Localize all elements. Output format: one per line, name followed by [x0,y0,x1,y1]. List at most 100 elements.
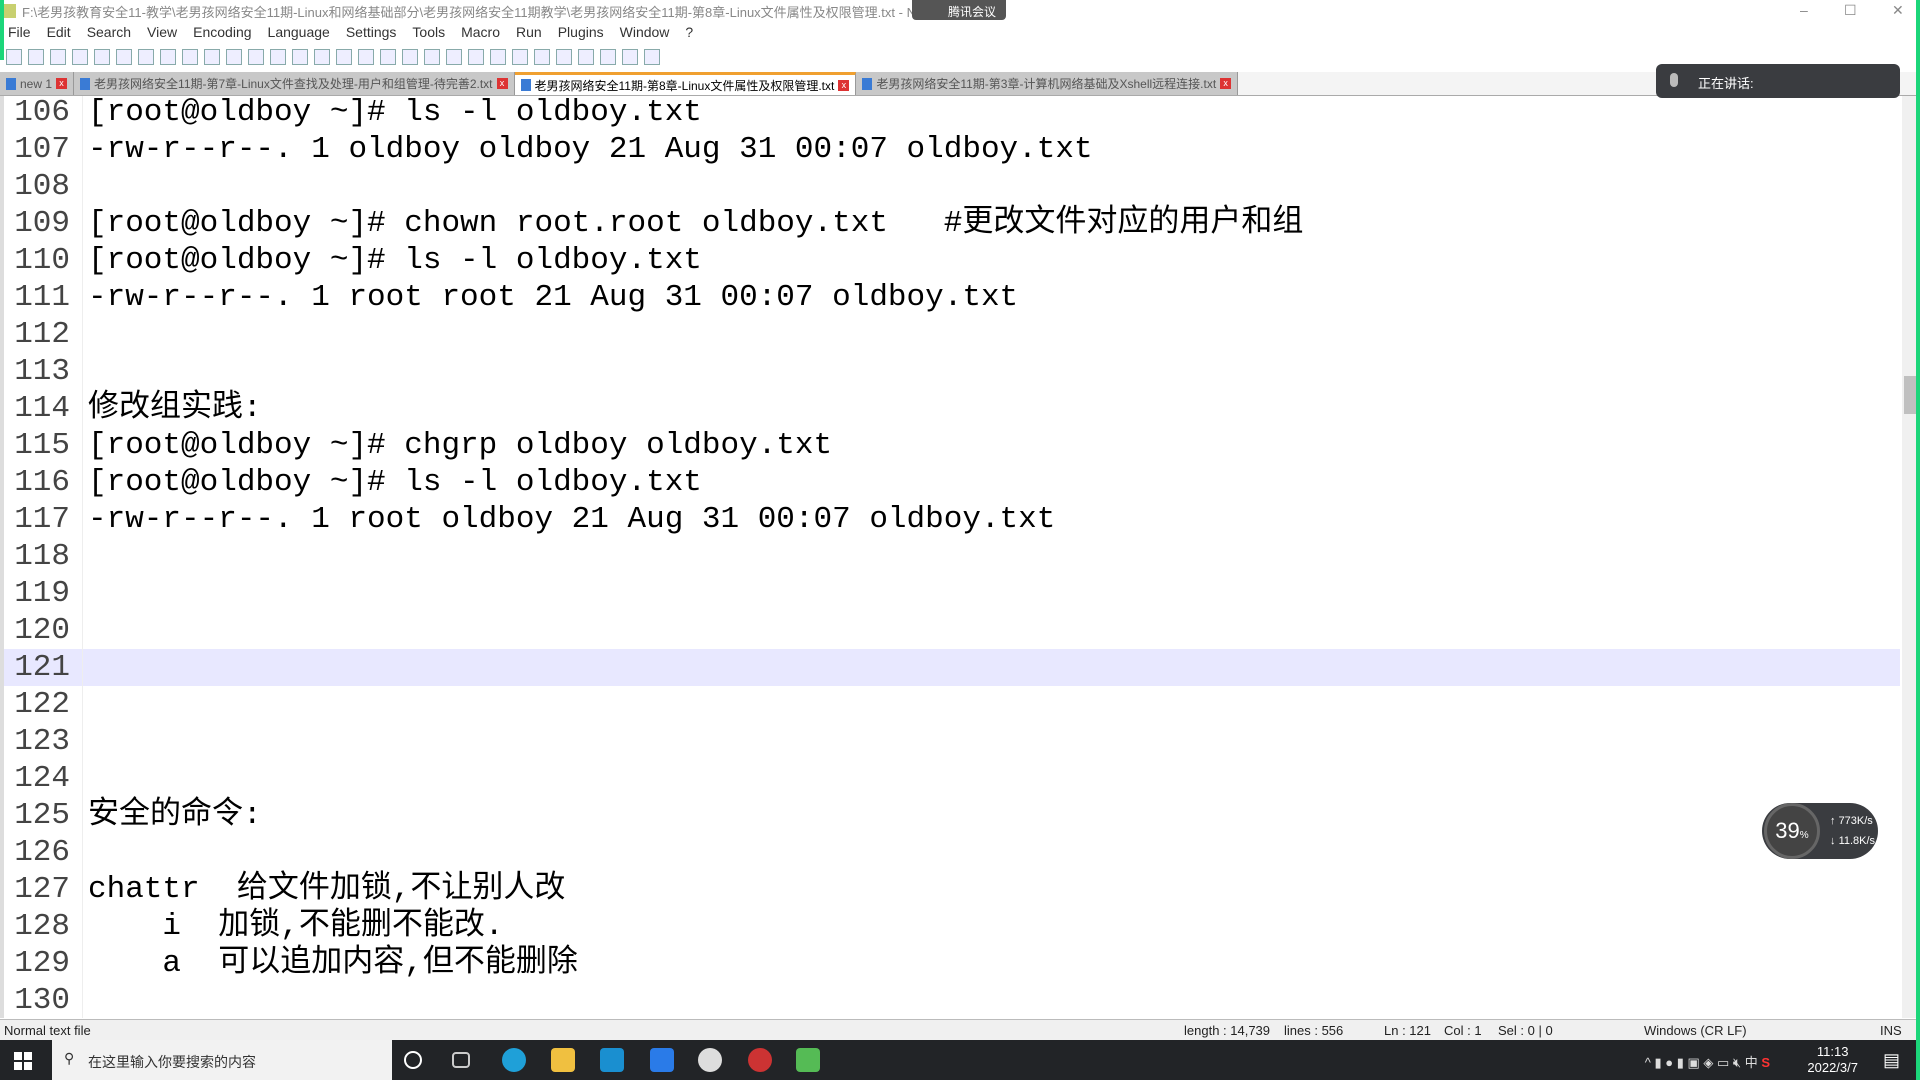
edge-icon[interactable] [502,1048,526,1072]
tab[interactable]: 老男孩网络安全11期-第3章-计算机网络基础及Xshell远程连接.txt x [856,72,1239,95]
menu-item[interactable]: Search [79,22,139,44]
menu-item[interactable]: Settings [338,22,405,44]
editor-line[interactable]: 117 -rw-r--r--. 1 root oldboy 21 Aug 31 0… [4,501,1900,538]
taskbar-clock[interactable]: 11:13 2022/3/7 [1807,1044,1858,1076]
app-icon[interactable] [600,1048,624,1072]
toolbar-button-icon[interactable] [28,49,44,65]
menu-item[interactable]: Edit [39,22,79,44]
toolbar-button-icon[interactable] [270,49,286,65]
editor-line[interactable]: 127 chattr 给文件加锁,不让别人改 [4,871,1900,908]
editor-line[interactable]: 113 [4,353,1900,390]
editor-line[interactable]: 124 [4,760,1900,797]
editor-line[interactable]: 112 [4,316,1900,353]
notepad-plus-plus-taskbar-icon[interactable] [796,1048,820,1072]
toolbar-button-icon[interactable] [468,49,484,65]
editor-line[interactable]: 109 [root@oldboy ~]# chown root.root oldb… [4,205,1900,242]
toolbar-button-icon[interactable] [490,49,506,65]
editor-line[interactable]: 121 [4,649,1900,686]
upload-speed: ↑ 773K/s [1830,815,1873,827]
maximize-button[interactable]: ☐ [1844,2,1857,19]
toolbar-button-icon[interactable] [402,49,418,65]
task-view-icon[interactable] [452,1052,470,1068]
text-editor[interactable]: 106 [root@oldboy ~]# ls -l oldboy.txt 107-… [0,96,1900,1018]
close-button[interactable]: ✕ [1892,2,1904,19]
tencent-meeting-icon[interactable] [650,1048,674,1072]
editor-line[interactable]: 130 [4,982,1900,1018]
minimize-button[interactable]: – [1800,2,1808,18]
toolbar-button-icon[interactable] [556,49,572,65]
editor-line[interactable]: 125 安全的命令: [4,797,1900,834]
toolbar-button-icon[interactable] [380,49,396,65]
editor-line[interactable]: 110 [root@oldboy ~]# ls -l oldboy.txt [4,242,1900,279]
line-number: 118 [14,539,70,574]
editor-line[interactable]: 115 [root@oldboy ~]# chgrp oldboy oldboy.… [4,427,1900,464]
ime-indicator[interactable]: 中 [1745,1055,1758,1070]
toolbar-button-icon[interactable] [314,49,330,65]
toolbar-button-icon[interactable] [622,49,638,65]
toolbar-button-icon[interactable] [424,49,440,65]
menu-item[interactable]: Macro [453,22,508,44]
meeting-overlay-label[interactable]: 腾讯会议 [912,0,1006,20]
windows-start-icon[interactable] [14,1052,32,1070]
editor-line[interactable]: 114 修改组实践: [4,390,1900,427]
cortana-icon[interactable] [404,1051,422,1069]
menu-item[interactable]: Window [612,22,678,44]
toolbar-button-icon[interactable] [6,49,22,65]
menu-item[interactable]: Plugins [550,22,612,44]
editor-line[interactable]: 123 [4,723,1900,760]
editor-line[interactable]: 119 [4,575,1900,612]
editor-line[interactable]: 122 [4,686,1900,723]
qq-icon[interactable] [698,1048,722,1072]
editor-line[interactable]: 107 -rw-r--r--. 1 oldboy oldboy 21 Aug 31… [4,131,1900,168]
close-tab-icon[interactable]: x [838,79,850,91]
tab[interactable]: 老男孩网络安全11期-第8章-Linux文件属性及权限管理.txt x [514,72,857,95]
toolbar-button-icon[interactable] [94,49,110,65]
toolbar-button-icon[interactable] [446,49,462,65]
toolbar-button-icon[interactable] [138,49,154,65]
editor-line[interactable]: 108 [4,168,1900,205]
toolbar-button-icon[interactable] [600,49,616,65]
toolbar-button-icon[interactable] [358,49,374,65]
close-tab-icon[interactable]: x [56,78,68,89]
editor-line[interactable]: 106 [root@oldboy ~]# ls -l oldboy.txt [4,96,1900,131]
menu-item[interactable]: Run [508,22,550,44]
toolbar-button-icon[interactable] [116,49,132,65]
app-icon-red[interactable] [748,1048,772,1072]
toolbar-button-icon[interactable] [512,49,528,65]
tab[interactable]: new 1x [0,72,75,95]
toolbar-button-icon[interactable] [292,49,308,65]
close-tab-icon[interactable]: x [1220,78,1232,89]
menu-item[interactable]: ? [677,22,701,44]
toolbar-button-icon[interactable] [534,49,550,65]
toolbar-button-icon[interactable] [578,49,594,65]
toolbar-button-icon[interactable] [160,49,176,65]
sogou-icon[interactable]: S [1761,1055,1770,1070]
toolbar-button-icon[interactable] [336,49,352,65]
taskbar-search-box[interactable]: ⚲ 在这里输入你要搜索的内容 [52,1040,392,1080]
notification-icon[interactable]: ▤ [1883,1050,1900,1071]
menu-item[interactable]: File [0,22,39,44]
toolbar-button-icon[interactable] [204,49,220,65]
editor-line[interactable]: 111 -rw-r--r--. 1 root root 21 Aug 31 00:… [4,279,1900,316]
editor-line[interactable]: 128 i 加锁,不能删不能改. [4,908,1900,945]
toolbar-button-icon[interactable] [226,49,242,65]
toolbar-button-icon[interactable] [182,49,198,65]
system-tray[interactable]: ^ ▮ ● ▮ ▣ ◈ ▭ 🔇︎ 中 S [1645,1052,1770,1071]
menu-item[interactable]: Language [260,22,338,44]
menu-item[interactable]: Tools [404,22,453,44]
toolbar-button-icon[interactable] [72,49,88,65]
network-monitor-widget[interactable]: 39% ↑ 773K/s ↓ 11.8K/s [1762,803,1878,859]
toolbar-button-icon[interactable] [248,49,264,65]
editor-line[interactable]: 116 [root@oldboy ~]# ls -l oldboy.txt [4,464,1900,501]
editor-line[interactable]: 129 a 可以追加内容,但不能删除 [4,945,1900,982]
toolbar-button-icon[interactable] [50,49,66,65]
editor-line[interactable]: 118 [4,538,1900,575]
menu-item[interactable]: View [139,22,185,44]
toolbar-button-icon[interactable] [644,49,660,65]
menu-item[interactable]: Encoding [185,22,259,44]
editor-line[interactable]: 126 [4,834,1900,871]
tab[interactable]: 老男孩网络安全11期-第7章-Linux文件查找及处理-用户和组管理-待完善2.… [74,72,515,95]
close-tab-icon[interactable]: x [496,78,508,89]
editor-line[interactable]: 120 [4,612,1900,649]
file-explorer-icon[interactable] [551,1048,575,1072]
